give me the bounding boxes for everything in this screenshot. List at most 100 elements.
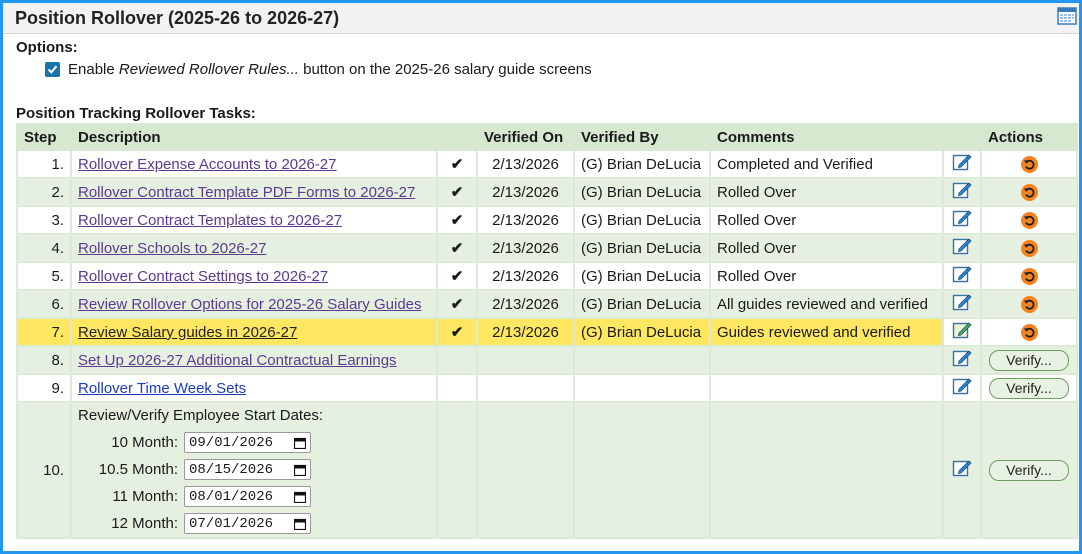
row-description: Rollover Time Week Sets: [70, 373, 438, 403]
task-link[interactable]: Rollover Schools to 2026-27: [78, 240, 266, 257]
table-row: 10. Review/Verify Employee Start Dates: …: [16, 401, 1078, 539]
start-date-row: 10 Month: 09/01/2026: [78, 429, 430, 456]
undo-icon[interactable]: [1020, 239, 1038, 257]
row-checked: ✔: [436, 177, 478, 207]
start-date-input[interactable]: 09/01/2026: [184, 432, 311, 453]
edit-comment-button[interactable]: [942, 345, 982, 375]
row-step: 9.: [16, 373, 72, 403]
table-row: 6. Review Rollover Options for 2025-26 S…: [16, 289, 1078, 319]
table-row: 5. Rollover Contract Settings to 2026-27…: [16, 261, 1078, 291]
row-description: Rollover Contract Template PDF Forms to …: [70, 177, 438, 207]
edit-note-icon: [952, 350, 972, 367]
undo-icon[interactable]: [1020, 295, 1038, 313]
row-description: Rollover Schools to 2026-27: [70, 233, 438, 263]
task-link[interactable]: Rollover Contract Template PDF Forms to …: [78, 184, 415, 201]
calendar-picker-icon[interactable]: [294, 437, 306, 449]
undo-icon[interactable]: [1020, 155, 1038, 173]
row-description: Review Salary guides in 2026-27: [70, 317, 438, 347]
row-comment: Rolled Over: [709, 261, 944, 291]
start-dates-label: Review/Verify Employee Start Dates:: [78, 407, 324, 424]
row-comment: All guides reviewed and verified: [709, 289, 944, 319]
start-date-row: 10.5 Month: 08/15/2026: [78, 456, 430, 483]
col-edit: [942, 123, 982, 151]
table-header: Step Description Verified On Verified By…: [16, 123, 1078, 151]
edit-note-icon: [952, 266, 972, 283]
undo-icon[interactable]: [1020, 267, 1038, 285]
task-link[interactable]: Rollover Contract Templates to 2026-27: [78, 212, 342, 229]
row-comment: [709, 373, 944, 403]
row-step: 2.: [16, 177, 72, 207]
calendar-picker-icon[interactable]: [294, 491, 306, 503]
task-link[interactable]: Rollover Time Week Sets: [78, 380, 246, 397]
edit-note-icon: [952, 238, 972, 255]
checkmark-icon: [47, 65, 58, 74]
start-date-input[interactable]: 08/15/2026: [184, 459, 311, 480]
start-date-label: 10.5 Month:: [98, 461, 178, 478]
row-verified-by: (G) Brian DeLucia: [573, 177, 711, 207]
task-link[interactable]: Set Up 2026-27 Additional Contractual Ea…: [78, 352, 397, 369]
undo-icon[interactable]: [1020, 183, 1038, 201]
row-description: Set Up 2026-27 Additional Contractual Ea…: [70, 345, 438, 375]
undo-icon[interactable]: [1020, 323, 1038, 341]
edit-comment-button[interactable]: [942, 205, 982, 235]
verify-button[interactable]: Verify...: [989, 459, 1069, 481]
row-checked: ✔: [436, 317, 478, 347]
page-title: Position Rollover (2025-26 to 2026-27): [15, 8, 340, 28]
row-verified-on: 2/13/2026: [476, 233, 575, 263]
edit-comment-button[interactable]: [942, 149, 982, 179]
row-verified-by: (G) Brian DeLucia: [573, 289, 711, 319]
task-link[interactable]: Review Rollover Options for 2025-26 Sala…: [78, 296, 422, 313]
row-checked: ✔: [436, 205, 478, 235]
calendar-icon[interactable]: [1057, 6, 1077, 26]
col-comments: Comments: [709, 123, 944, 151]
verify-button[interactable]: Verify...: [989, 349, 1069, 371]
row-checked: ✔: [436, 261, 478, 291]
row-verified-on: 2/13/2026: [476, 317, 575, 347]
row-description: Rollover Contract Settings to 2026-27: [70, 261, 438, 291]
row-comment: Rolled Over: [709, 205, 944, 235]
row-step: 6.: [16, 289, 72, 319]
reviewed-rollover-checkbox[interactable]: [45, 62, 60, 77]
col-check: [436, 123, 478, 151]
row-step: 3.: [16, 205, 72, 235]
table-row: 2. Rollover Contract Template PDF Forms …: [16, 177, 1078, 207]
tasks-table: Step Description Verified On Verified By…: [16, 123, 1078, 539]
start-date-input[interactable]: 08/01/2026: [184, 486, 311, 507]
rollover-panel: Position Rollover (2025-26 to 2026-27) O…: [0, 0, 1082, 554]
edit-comment-button[interactable]: [942, 177, 982, 207]
edit-comment-button[interactable]: [942, 401, 982, 539]
col-verified-by: Verified By: [573, 123, 711, 151]
edit-comment-button[interactable]: [942, 289, 982, 319]
start-date-input[interactable]: 07/01/2026: [184, 513, 311, 534]
row-step: 4.: [16, 233, 72, 263]
row-step: 8.: [16, 345, 72, 375]
start-date-row: 11 Month: 08/01/2026: [78, 483, 430, 510]
task-link[interactable]: Review Salary guides in 2026-27: [78, 324, 297, 341]
edit-comment-button[interactable]: [942, 261, 982, 291]
start-dates-cell: Review/Verify Employee Start Dates: 10 M…: [70, 401, 438, 539]
edit-comment-button[interactable]: [942, 317, 982, 347]
table-row: 7. Review Salary guides in 2026-27 ✔ 2/1…: [16, 317, 1078, 347]
table-row: 4. Rollover Schools to 2026-27 ✔ 2/13/20…: [16, 233, 1078, 263]
edit-note-icon: [952, 378, 972, 395]
option-reviewed-rollover: Enable Reviewed Rollover Rules... button…: [45, 61, 592, 78]
calendar-picker-icon[interactable]: [294, 464, 306, 476]
row-verified-on: [476, 373, 575, 403]
calendar-picker-icon[interactable]: [294, 518, 306, 530]
task-link[interactable]: Rollover Expense Accounts to 2026-27: [78, 156, 337, 173]
options-heading: Options:: [16, 39, 78, 56]
edit-note-icon: [952, 460, 972, 477]
verify-button[interactable]: Verify...: [989, 377, 1069, 399]
row-description: Rollover Contract Templates to 2026-27: [70, 205, 438, 235]
row-verified-on: 2/13/2026: [476, 289, 575, 319]
start-date-label: 12 Month:: [111, 515, 178, 532]
row-comment: Rolled Over: [709, 233, 944, 263]
edit-comment-button[interactable]: [942, 373, 982, 403]
row-checked: ✔: [436, 289, 478, 319]
task-link[interactable]: Rollover Contract Settings to 2026-27: [78, 268, 328, 285]
row-verified-on: [476, 345, 575, 375]
undo-icon[interactable]: [1020, 211, 1038, 229]
row-step: 10.: [16, 401, 72, 539]
edit-note-icon: [952, 154, 972, 171]
edit-comment-button[interactable]: [942, 233, 982, 263]
